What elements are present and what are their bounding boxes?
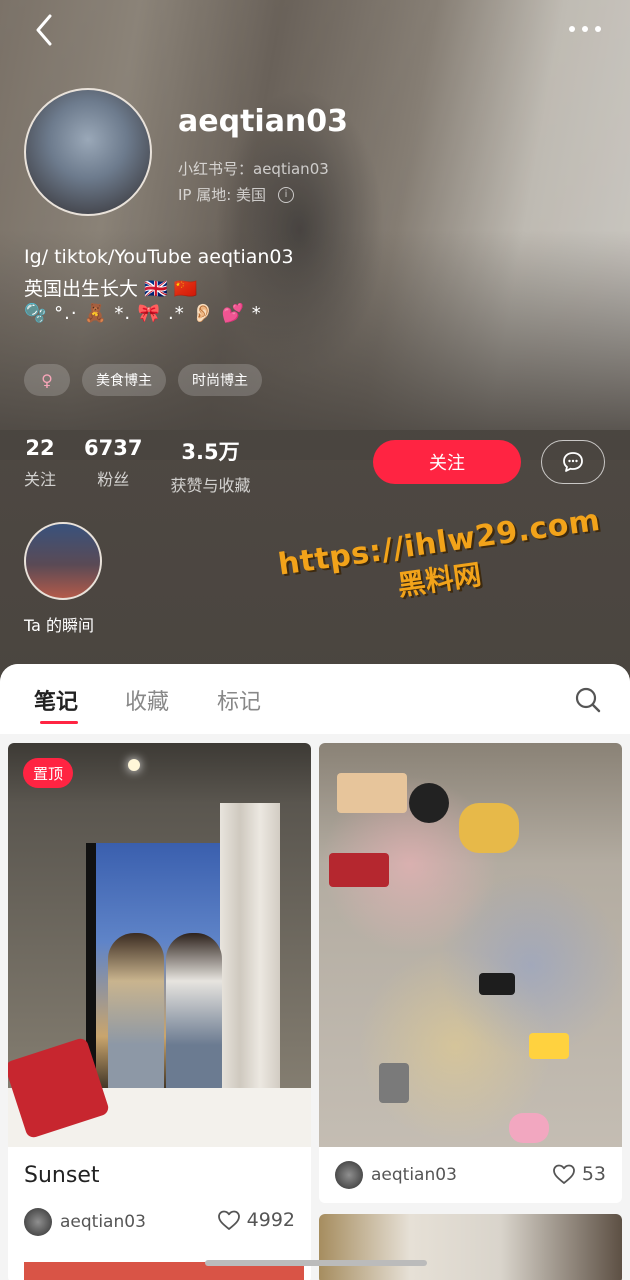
watermark: https://ihlw29.com 黑料网	[276, 503, 608, 620]
gender-tag: ♀	[24, 364, 70, 396]
heart-icon	[217, 1210, 240, 1230]
note-card[interactable]: 置顶 Sunset aeqtian03 4992	[8, 743, 311, 1280]
ip-location-text: IP 属地: 美国	[178, 186, 267, 204]
search-icon	[575, 687, 601, 713]
bio-line: 英国出生长大 🇬🇧 🇨🇳	[24, 278, 198, 300]
tab-bar: 笔记 收藏 标记	[0, 664, 630, 734]
plush-toy	[459, 803, 519, 853]
compact	[479, 973, 515, 995]
author-avatar	[335, 1161, 363, 1189]
note-author[interactable]: aeqtian03	[335, 1161, 457, 1189]
like-button[interactable]: 53	[552, 1163, 606, 1185]
more-button[interactable]	[560, 14, 610, 44]
back-button[interactable]	[26, 12, 62, 48]
bio-line: Ig/ tiktok/YouTube aeqtian03	[24, 246, 294, 268]
note-title: Sunset	[24, 1163, 100, 1188]
note-card[interactable]: aeqtian03 53	[319, 743, 622, 1203]
more-horizontal-icon	[569, 26, 601, 32]
author-name: aeqtian03	[371, 1165, 457, 1185]
cap	[409, 783, 449, 823]
note-cover-image	[319, 743, 622, 1147]
tag-fashion-blogger[interactable]: 时尚博主	[178, 364, 262, 396]
heart-icon	[552, 1164, 575, 1184]
stat-label: 关注	[24, 470, 57, 489]
red-id: 小红书号：aeqtian03	[178, 160, 329, 178]
note-card[interactable]	[319, 1214, 622, 1280]
stat-label: 获赞与收藏	[170, 476, 251, 495]
profile-stats: 22 关注 6737 粉丝 3.5万 获赞与收藏	[24, 436, 278, 496]
bottle	[379, 1063, 409, 1103]
stat-followers[interactable]: 6737 粉丝	[84, 436, 142, 496]
pinned-badge: 置顶	[23, 758, 74, 788]
pouch	[329, 853, 389, 887]
stat-likes-collects[interactable]: 3.5万 获赞与收藏	[170, 436, 250, 496]
username: aeqtian03	[178, 104, 349, 139]
message-button[interactable]	[541, 440, 605, 484]
ip-location: IP 属地: 美国 i	[178, 184, 295, 205]
stat-number: 3.5万	[181, 440, 240, 464]
tab-marks[interactable]: 标记	[217, 684, 261, 716]
person	[166, 933, 222, 1093]
profile-avatar[interactable]	[24, 88, 152, 216]
stat-number: 6737	[84, 436, 143, 460]
tab-active-indicator	[40, 721, 78, 724]
chat-bubble-icon	[563, 452, 583, 472]
author-name: aeqtian03	[60, 1212, 146, 1232]
tab-collections[interactable]: 收藏	[125, 684, 169, 716]
like-button[interactable]: 4992	[217, 1209, 295, 1231]
info-icon[interactable]: i	[278, 186, 295, 203]
moment-label[interactable]: Ta 的瞬间	[24, 612, 94, 636]
palette	[529, 1033, 569, 1059]
notes-panel: 笔记 收藏 标记 置顶 Sunset aeqtian03 4992 aeqtia…	[0, 664, 630, 1280]
home-indicator[interactable]	[205, 1260, 427, 1266]
moment-thumbnail[interactable]	[24, 522, 102, 600]
profile-header: aeqtian03 小红书号：aeqtian03 IP 属地: 美国 i Ig/…	[0, 0, 630, 700]
like-count: 4992	[246, 1209, 295, 1231]
note-author[interactable]: aeqtian03	[24, 1208, 146, 1236]
sponge	[509, 1113, 549, 1143]
ceiling-lamp	[128, 759, 140, 771]
note-cover-image	[8, 743, 311, 1147]
profile-tags: ♀ 美食博主 时尚博主	[24, 364, 262, 396]
bio-line: 🫧 °.· 🧸 *. 🎀 .* 👂🏻 💕 *	[24, 303, 262, 324]
note-cover-image	[319, 1214, 622, 1280]
person	[108, 933, 164, 1093]
bag	[337, 773, 407, 813]
author-avatar	[24, 1208, 52, 1236]
like-count: 53	[581, 1163, 606, 1185]
tag-food-blogger[interactable]: 美食博主	[82, 364, 166, 396]
chevron-left-icon	[36, 14, 52, 46]
stat-label: 粉丝	[97, 470, 130, 489]
search-button[interactable]	[570, 682, 606, 718]
follow-button[interactable]: 关注	[373, 440, 521, 484]
tab-notes[interactable]: 笔记	[34, 684, 78, 716]
stat-number: 22	[25, 436, 55, 460]
stat-following[interactable]: 22 关注	[24, 436, 56, 496]
